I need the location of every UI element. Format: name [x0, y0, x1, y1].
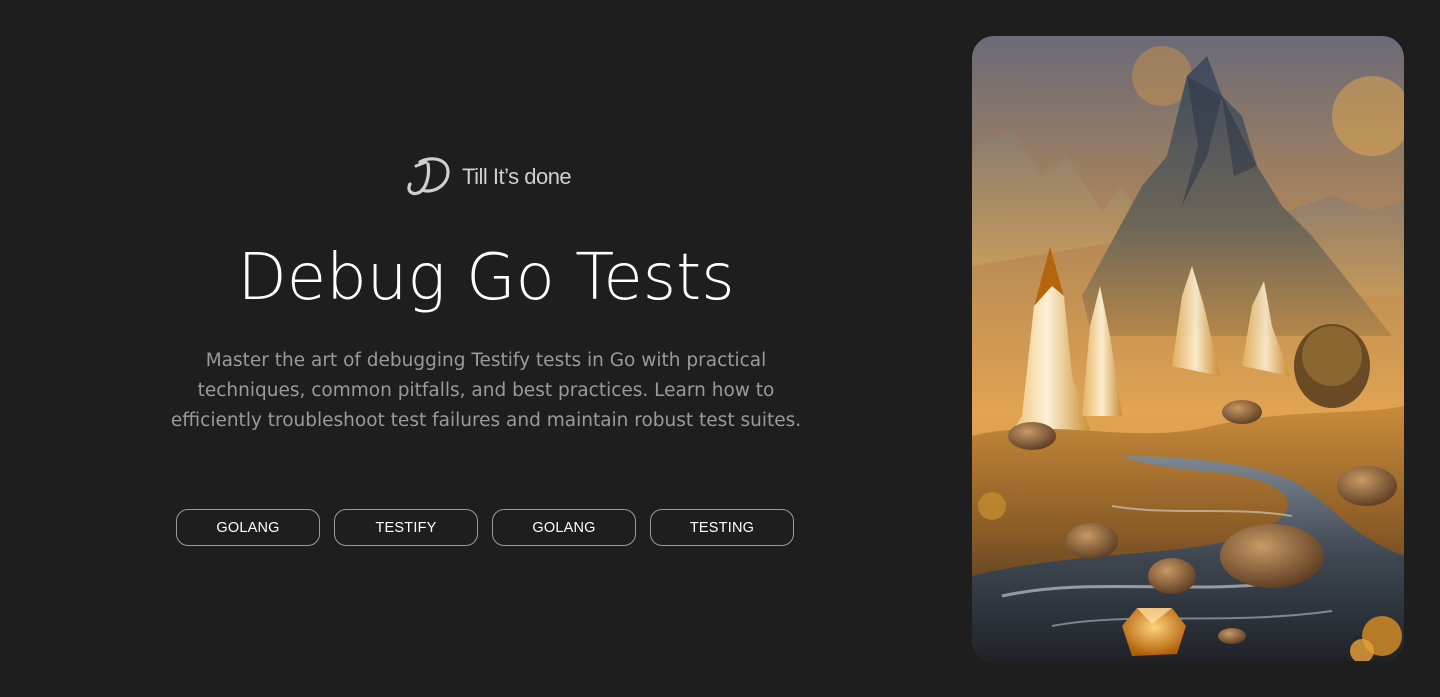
tag-golang-2[interactable]: GOLANG: [492, 509, 636, 546]
tag-testify[interactable]: TESTIFY: [334, 509, 478, 546]
brand-name: Till It’s done: [462, 164, 572, 189]
tag-list: GOLANG TESTIFY GOLANG TESTING: [176, 509, 794, 546]
fantasy-landscape-image: [972, 36, 1404, 661]
tag-golang[interactable]: GOLANG: [176, 509, 320, 546]
cover-image: [972, 36, 1404, 661]
post-header-page: Till It’s done Debug Go Tests Master the…: [0, 0, 1440, 697]
post-description: Master the art of debugging Testify test…: [170, 350, 802, 431]
tag-testing[interactable]: TESTING: [650, 509, 794, 546]
page-title: Debug Go Tests: [237, 241, 735, 315]
signature-d-logo-icon: [407, 157, 450, 196]
brand-logo-link[interactable]: Till It’s done: [404, 154, 572, 198]
post-intro: Till It’s done Debug Go Tests Master the…: [0, 0, 972, 697]
